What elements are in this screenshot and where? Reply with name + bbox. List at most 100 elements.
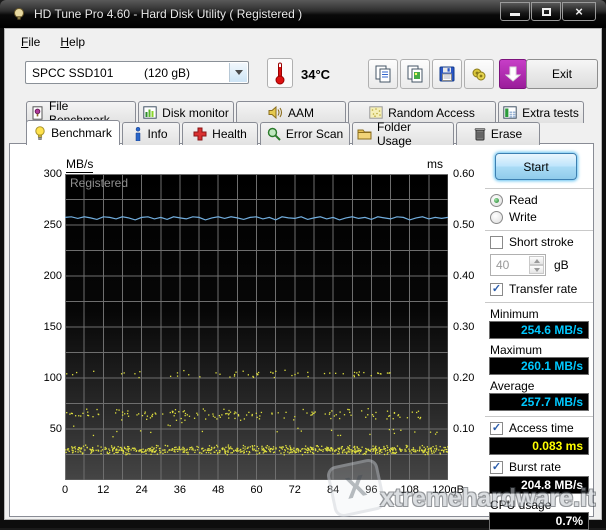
file-benchmark-icon [31,106,44,120]
x-tick: 84 [327,484,339,496]
maximum-value: 260.1 MB/s [489,357,589,375]
burst-rate-checkbox[interactable]: ✓ Burst rate [490,460,561,474]
average-value: 257.7 MB/s [489,393,589,411]
tab-row-primary: Benchmark Info Health Err [26,122,540,145]
tab-error-scan[interactable]: Error Scan [260,122,350,145]
start-button[interactable]: Start [495,153,577,180]
short-stroke-label: Short stroke [509,235,574,249]
drive-name: SPCC SSD101 [32,66,113,80]
x-tick: 48 [212,484,224,496]
thermometer-icon [274,61,286,85]
y-left-tick: 50 [50,423,62,435]
checkbox-checked-icon: ✓ [490,422,503,435]
tab-label: Erase [491,127,522,141]
tab-aam[interactable]: AAM [236,101,346,123]
update-button[interactable] [499,59,527,89]
tab-erase[interactable]: Erase [456,122,540,145]
minimum-label: Minimum [490,307,539,321]
tab-extra-tests[interactable]: Extra tests [498,101,584,123]
tab-label: AAM [288,106,314,120]
x-tick: 96 [365,484,377,496]
average-label: Average [490,379,534,393]
cpu-usage-value: 0.7% [489,512,589,530]
y-left-tick: 100 [44,372,62,384]
close-icon[interactable]: × [562,2,596,21]
maximize-icon[interactable] [531,2,561,21]
disk-monitor-icon [143,106,157,119]
read-label: Read [509,193,538,207]
save-button[interactable] [432,59,462,89]
extra-tests-icon [503,106,517,119]
toolbar: SPCC SSD101 (120 gB) 34°C [5,54,601,98]
tab-disk-monitor[interactable]: Disk monitor [138,101,234,123]
x-axis-labels: 01224364860728496108120gB [65,484,465,498]
burst-rate-value: 204.8 MB/s [489,476,589,494]
copy-text-button[interactable] [368,59,398,89]
spin-up-icon[interactable] [529,256,544,265]
minimum-readout: 254.6 MB/s [521,323,583,337]
info-icon [134,127,142,141]
transfer-rate-checkbox[interactable]: ✓ Transfer rate [490,282,577,296]
spinner-value: 40 [496,258,509,272]
access-time-checkbox[interactable]: ✓ Access time [490,421,574,435]
x-tick: 108 [401,484,419,496]
options-icon [469,64,489,84]
y-left-axis-title: MB/s [66,157,93,173]
drive-select-dropdown[interactable]: SPCC SSD101 (120 gB) [25,61,249,84]
y-right-tick: 0.20 [453,372,474,384]
folder-icon [357,128,372,140]
benchmark-page: MB/s ms 30025020015010050 0.600.500.400.… [9,143,594,517]
app-icon [12,7,26,21]
x-tick: 12 [97,484,109,496]
registered-watermark: Registered [70,176,128,190]
spin-down-icon[interactable] [529,265,544,274]
options-button[interactable] [464,59,494,89]
speaker-icon [268,106,283,119]
copy-image-button[interactable] [400,59,430,89]
divider [485,188,593,190]
spinner-unit: gB [554,258,569,272]
x-tick: 0 [62,484,68,496]
menu-file[interactable]: File [13,32,48,52]
drive-capacity: (120 gB) [144,66,190,80]
tab-benchmark[interactable]: Benchmark [26,120,120,145]
menu-help[interactable]: Help [52,32,93,52]
save-icon [437,64,457,84]
access-time-value: 0.083 ms [489,437,589,455]
window-title: HD Tune Pro 4.60 - Hard Disk Utility ( R… [34,7,302,21]
tab-label: Health [212,127,247,141]
burst-rate-label: Burst rate [509,460,561,474]
y-left-tick: 250 [44,219,62,231]
y-left-axis-labels: 30025020015010050 [22,174,62,480]
tab-label: Folder Usage [377,120,449,148]
temperature-button[interactable] [267,58,293,88]
benchmark-chart [65,174,448,480]
write-radio[interactable]: Write [490,210,537,224]
client-area: File Help SPCC SSD101 (120 gB) 34°C [4,28,602,520]
minimize-icon[interactable] [500,2,530,21]
cpu-usage-label: CPU usage [490,498,551,512]
tab-info[interactable]: Info [122,122,180,145]
tab-label: Benchmark [51,126,112,140]
divider [485,302,593,304]
y-right-tick: 0.30 [453,321,474,333]
x-tick: 24 [135,484,147,496]
y-left-tick: 200 [44,270,62,282]
burst-rate-readout: 204.8 MB/s [521,478,583,492]
y-right-tick: 0.60 [453,168,474,180]
trash-icon [474,127,486,141]
exit-button[interactable]: Exit [526,59,598,89]
cpu-usage-readout: 0.7% [556,514,583,528]
checkbox-checked-icon: ✓ [490,461,503,474]
minimum-value: 254.6 MB/s [489,321,589,339]
short-stroke-size-spinner[interactable]: 40 [490,254,546,276]
average-readout: 257.7 MB/s [521,395,583,409]
divider [485,416,593,418]
short-stroke-checkbox[interactable]: Short stroke [490,235,574,249]
read-radio[interactable]: Read [490,193,538,207]
tab-health[interactable]: Health [182,122,258,145]
x-tick: 72 [289,484,301,496]
menubar: File Help [5,29,601,54]
tab-folder-usage[interactable]: Folder Usage [352,122,454,145]
magnifier-icon [267,127,281,141]
